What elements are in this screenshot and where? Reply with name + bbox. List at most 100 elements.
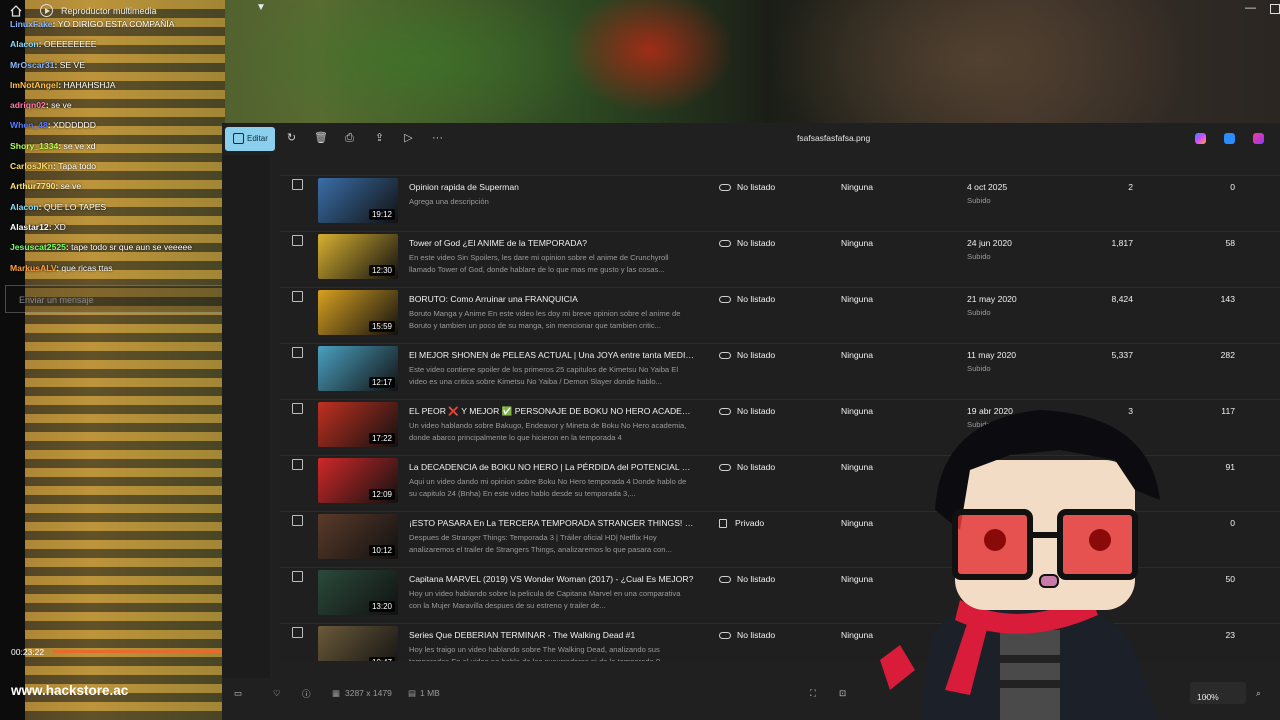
- share-icon[interactable]: ⇪: [373, 132, 386, 145]
- paint-icon[interactable]: [1224, 133, 1235, 144]
- chat-username[interactable]: Alastar12: [10, 222, 49, 232]
- fit-window-icon[interactable]: ⛶: [810, 688, 816, 699]
- chat-username[interactable]: adriqn02: [10, 100, 46, 110]
- chat-username[interactable]: When_48: [10, 120, 48, 130]
- video-duration: 15:59: [368, 321, 395, 332]
- video-description: Un video hablando sobre Bakugo, Endeavor…: [409, 421, 687, 442]
- chat-username[interactable]: MrOscar31: [10, 60, 54, 70]
- filmstrip-icon[interactable]: ▭: [234, 688, 242, 699]
- viewer-toolbar: Editar ↻ 🗑 ⎙ ⇪ ▷ ··· fsafsasfasfafsa.png: [222, 123, 1280, 155]
- video-visibility: No listado: [719, 350, 775, 360]
- video-thumbnail[interactable]: 15:59: [318, 290, 398, 335]
- watermark: www.hackstore.ac: [11, 683, 129, 698]
- file-size: 1 MB: [420, 688, 440, 698]
- select-checkbox[interactable]: [292, 347, 303, 358]
- chat-username[interactable]: Jesuscat2525: [10, 242, 66, 252]
- video-title[interactable]: BORUTO: Como Arruinar una FRANQUICIA: [409, 294, 694, 304]
- chat-message: LinuxFake: YO DIRIGO ESTA COMPAÑÍA: [10, 17, 270, 37]
- chat-username[interactable]: LinuxFake: [10, 19, 53, 29]
- print-icon[interactable]: ⎙: [343, 132, 356, 145]
- video-title[interactable]: La DECADENCIA de BOKU NO HERO | La PÉRDI…: [409, 462, 694, 472]
- select-checkbox[interactable]: [292, 515, 303, 526]
- video-comments: 0: [1230, 182, 1235, 192]
- viewer-left-pane: [222, 155, 270, 685]
- chat-username[interactable]: Alacon: [10, 39, 39, 49]
- video-title[interactable]: Series Que DEBERIAN TERMINAR - The Walki…: [409, 630, 694, 640]
- video-comments: 91: [1225, 462, 1235, 472]
- chat-username[interactable]: Alacon: [10, 202, 39, 212]
- media-player-app-icon: [40, 4, 53, 17]
- chat-username[interactable]: Shory_1334: [10, 141, 58, 151]
- chat-username[interactable]: ImNotAngel: [10, 80, 58, 90]
- maximize-icon[interactable]: [1270, 4, 1280, 14]
- delete-icon[interactable]: 🗑: [314, 132, 328, 145]
- video-title[interactable]: El MEJOR SHONEN de PELEAS ACTUAL | Una J…: [409, 350, 694, 360]
- clipchamp-icon[interactable]: [1253, 133, 1264, 144]
- video-visibility: No listado: [719, 406, 775, 416]
- chat-username[interactable]: Arthur7790: [10, 181, 55, 191]
- video-visibility: No listado: [719, 294, 775, 304]
- select-checkbox[interactable]: [292, 403, 303, 414]
- video-description: Hoy un video hablando sobre la pelicula …: [409, 589, 681, 610]
- video-views: 8,424: [1111, 294, 1133, 304]
- lock-icon: [719, 519, 727, 529]
- rotate-icon[interactable]: ↻: [285, 132, 298, 145]
- video-row[interactable]: 15:59 BORUTO: Como Arruinar una FRANQUICI…: [280, 287, 1280, 343]
- video-views: 1,817: [1111, 238, 1133, 248]
- zoom-selector[interactable]: 100% ⌄: [1190, 682, 1246, 704]
- video-row[interactable]: 12:30 Tower of God ¿El ANIME de la TEMPOR…: [280, 231, 1280, 287]
- copilot-icon[interactable]: [1195, 133, 1206, 144]
- video-thumbnail[interactable]: 12:09: [318, 458, 398, 503]
- video-thumbnail[interactable]: 10:47: [318, 626, 398, 661]
- video-duration: 12:30: [368, 265, 395, 276]
- select-checkbox[interactable]: [292, 571, 303, 582]
- visibility-label: No listado: [737, 630, 776, 640]
- video-thumbnail[interactable]: 12:17: [318, 346, 398, 391]
- select-checkbox[interactable]: [292, 627, 303, 638]
- info-icon[interactable]: ⓘ: [302, 688, 311, 700]
- chat-username[interactable]: MarkusALV: [10, 263, 56, 273]
- select-checkbox[interactable]: [292, 179, 303, 190]
- dropdown-arrow-icon[interactable]: ▼: [256, 2, 266, 13]
- chat-text: XDDDDDD: [52, 120, 96, 131]
- visibility-label: Privado: [735, 518, 765, 528]
- video-comments: 143: [1220, 294, 1235, 304]
- edit-button[interactable]: Editar: [225, 127, 275, 151]
- video-row[interactable]: 12:17 El MEJOR SHONEN de PELEAS ACTUAL | …: [280, 343, 1280, 399]
- favorite-icon[interactable]: ♡: [273, 688, 281, 699]
- video-date: 24 jun 2020: [967, 238, 1012, 248]
- video-visibility: No listado: [719, 630, 775, 640]
- visibility-label: No listado: [737, 238, 776, 248]
- video-duration: 12:09: [368, 489, 395, 500]
- video-title[interactable]: Opinion rapida de Superman: [409, 182, 694, 192]
- video-thumbnail[interactable]: 19:12: [318, 178, 398, 223]
- video-row[interactable]: 19:12 Opinion rapida de Superman Agrega un…: [280, 175, 1280, 231]
- video-title[interactable]: Tower of God ¿El ANIME de la TEMPORADA?: [409, 238, 694, 248]
- video-thumbnail[interactable]: 17:22: [318, 402, 398, 447]
- actual-size-icon[interactable]: ⊡: [839, 688, 846, 699]
- more-icon[interactable]: ···: [431, 132, 444, 145]
- minimize-icon[interactable]: —: [1245, 2, 1256, 14]
- home-icon[interactable]: [9, 4, 23, 18]
- video-comments: 50: [1225, 574, 1235, 584]
- video-thumbnail[interactable]: 13:20: [318, 570, 398, 615]
- select-checkbox[interactable]: [292, 235, 303, 246]
- edit-button-label: Editar: [247, 134, 268, 143]
- playback-progress-bar[interactable]: [53, 650, 222, 653]
- video-duration: 12:17: [368, 377, 395, 388]
- video-title[interactable]: Capitana MARVEL (2019) VS Wonder Woman (…: [409, 574, 694, 584]
- chat-text: SE VE: [59, 59, 86, 70]
- select-checkbox[interactable]: [292, 291, 303, 302]
- zoom-icon[interactable]: ⌕: [1256, 688, 1261, 699]
- chat-text: se ve xd: [63, 140, 96, 151]
- chat-username[interactable]: CarlosJKn: [10, 161, 53, 171]
- select-checkbox[interactable]: [292, 459, 303, 470]
- chat-message: ImNotAngel: HAHAHSHJA: [10, 78, 270, 98]
- video-title[interactable]: EL PEOR ❌ Y MEJOR ✅ PERSONAJE DE BOKU NO…: [409, 406, 694, 417]
- video-thumbnail[interactable]: 12:30: [318, 234, 398, 279]
- video-duration: 10:12: [368, 545, 395, 556]
- slideshow-icon[interactable]: ▷: [402, 132, 415, 145]
- video-thumbnail[interactable]: 10:12: [318, 514, 398, 559]
- video-title[interactable]: ¡ESTO PASARA En La TERCERA TEMPORADA STR…: [409, 518, 694, 528]
- media-player-title: Reproductor multimedia: [61, 6, 157, 16]
